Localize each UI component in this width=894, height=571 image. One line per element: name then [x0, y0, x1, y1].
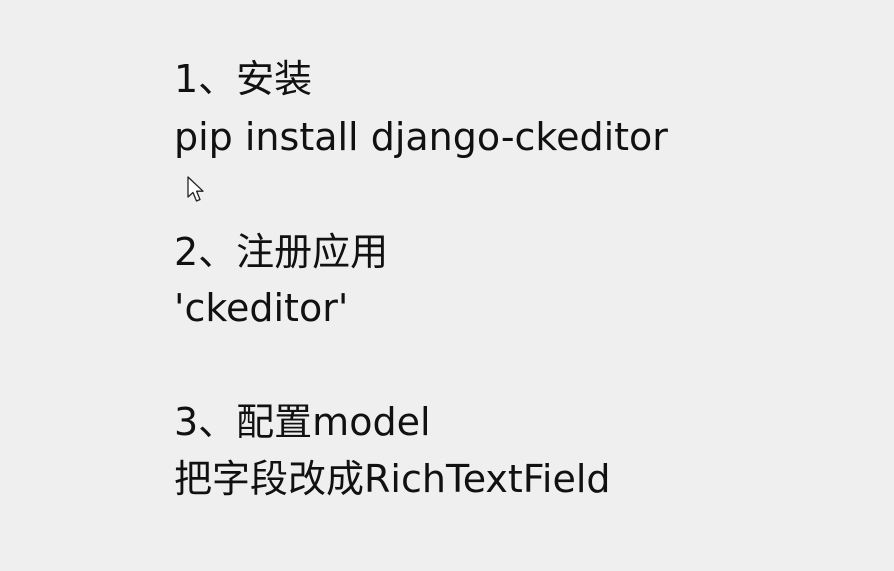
step2-heading: 2、注册应用: [174, 230, 389, 274]
step3-detail: 把字段改成RichTextField: [174, 457, 611, 501]
step3-heading: 3、配置model: [174, 400, 431, 444]
mouse-pointer-icon: [187, 176, 204, 202]
step1-command: pip install django-ckeditor: [174, 115, 668, 159]
slide-canvas: 1、安装 pip install django-ckeditor 2、注册应用 …: [0, 0, 894, 571]
step2-app-name: 'ckeditor': [174, 286, 349, 330]
step1-heading: 1、安装: [174, 57, 313, 101]
